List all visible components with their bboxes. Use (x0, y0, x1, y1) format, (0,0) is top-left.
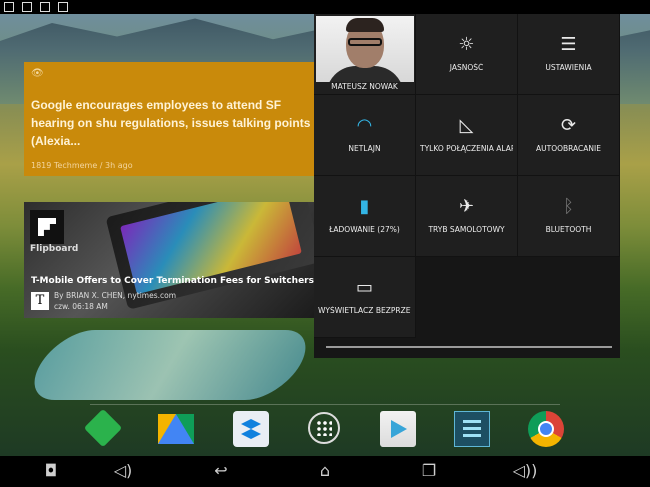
nytimes-logo-icon: T (31, 292, 49, 310)
battery-charging-icon: ▮ (359, 196, 370, 217)
tile-settings[interactable]: ☰ USTAWIENIA (518, 14, 620, 95)
settings-sliders-icon: ☰ (560, 34, 577, 55)
tabs-icon (4, 2, 14, 12)
all-apps-icon[interactable] (308, 412, 340, 444)
picture-icon (40, 2, 50, 12)
play-store-icon[interactable] (380, 411, 416, 447)
news-meta: 1819 Techmeme / 3h ago (31, 161, 133, 170)
screenshot-icon[interactable]: ◘ (40, 461, 62, 481)
user-name: MATEUSZ NOWAK (331, 82, 398, 91)
wallpaper-river (19, 330, 321, 400)
quick-settings-handle[interactable] (326, 346, 612, 348)
back-icon[interactable]: ↩ (208, 461, 234, 481)
dropbox-icon[interactable] (233, 411, 269, 447)
volume-down-icon[interactable]: ◁) (112, 461, 134, 481)
airplane-icon: ✈ (458, 196, 475, 217)
article-byline: By BRIAN X. CHEN, nytimes.com (54, 291, 177, 300)
navigation-bar: ◘ ◁) ↩ ⌂ ❐ ◁)) (0, 456, 650, 487)
news-headline: Google encourages employees to attend SF… (31, 98, 311, 148)
volume-up-icon[interactable]: ◁)) (512, 461, 538, 481)
bluetooth-icon: ᛒ (563, 196, 574, 217)
flipboard-widget-card[interactable]: Flipboard T-Mobile Offers to Cover Termi… (24, 202, 320, 318)
article-title: T-Mobile Offers to Cover Termination Fee… (31, 276, 314, 286)
news-widget-card[interactable]: 👁 Google encourages employees to attend … (24, 62, 320, 176)
gmail-icon (58, 2, 68, 12)
signal-icon: ◺ (459, 115, 474, 136)
home-icon[interactable]: ⌂ (312, 461, 338, 481)
tile-wireless-display[interactable]: ▭ WYŚWIETLACZ BEZPRZEWODOWY (314, 257, 416, 338)
user-photo (316, 16, 414, 82)
wifi-icon: ◠ (356, 115, 373, 136)
tile-auto-rotate[interactable]: ⟳ AUTOOBRACANIE (518, 95, 620, 176)
rotate-icon: ⟳ (560, 115, 577, 136)
status-bar (0, 0, 650, 14)
eye-icon: 👁 (31, 68, 44, 79)
google-drive-icon[interactable] (158, 411, 194, 447)
tile-battery[interactable]: ▮ ŁADOWANIE (27%) (314, 176, 416, 257)
user-tile[interactable]: MATEUSZ NOWAK (314, 14, 416, 95)
brightness-icon: ☼ (458, 34, 475, 55)
settings-app-icon[interactable] (454, 411, 490, 447)
tile-airplane-mode[interactable]: ✈ TRYB SAMOLOTOWY (416, 176, 518, 257)
chrome-icon[interactable] (528, 411, 564, 447)
tile-bluetooth[interactable]: ᛒ BLUETOOTH (518, 176, 620, 257)
flipboard-logo-icon (30, 210, 64, 244)
quick-settings-panel: MATEUSZ NOWAK ☼ JASNOŚĆ ☰ USTAWIENIA ◠ N… (314, 14, 620, 358)
tile-signal[interactable]: ◺ TYLKO POŁĄCZENIA ALARMOWE (416, 95, 518, 176)
article-time: czw. 06:18 AM (54, 302, 108, 311)
dock-divider (90, 404, 560, 405)
cast-screen-icon: ▭ (355, 277, 373, 298)
tile-wifi[interactable]: ◠ NETLAJN (314, 95, 416, 176)
flipboard-brand: Flipboard (30, 244, 79, 254)
recent-apps-icon[interactable]: ❐ (416, 461, 442, 481)
tile-brightness[interactable]: ☼ JASNOŚĆ (416, 14, 518, 95)
chat-icon (22, 2, 32, 12)
feedly-icon[interactable] (83, 408, 123, 448)
